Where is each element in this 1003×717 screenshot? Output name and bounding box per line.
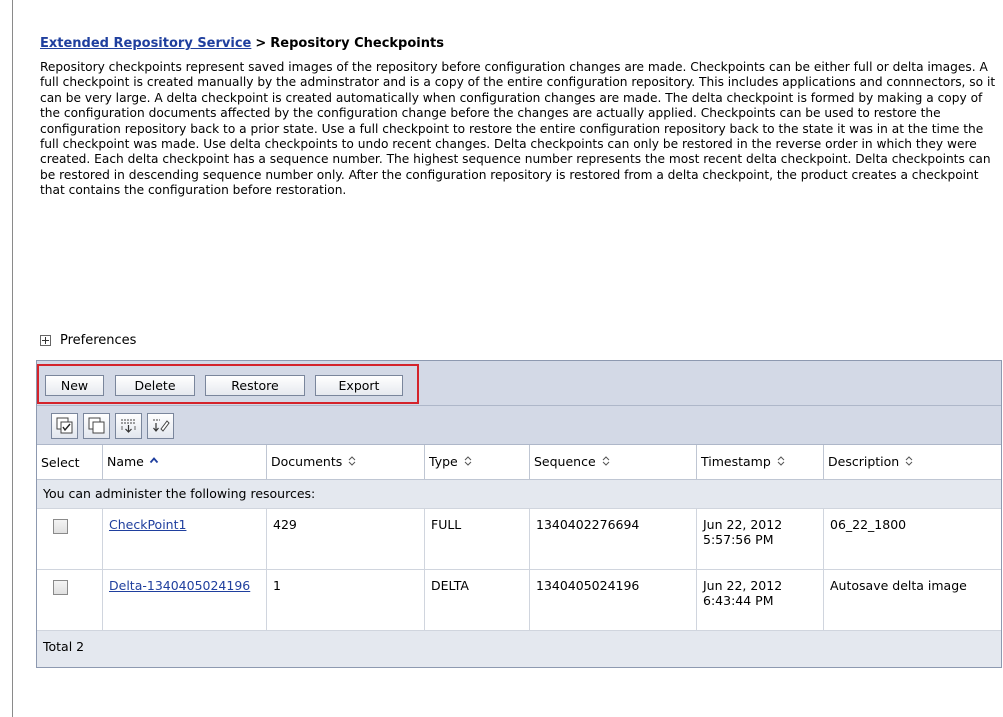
export-button[interactable]: Export — [315, 375, 403, 396]
column-header-name[interactable]: Name — [102, 445, 267, 480]
column-header-documents-label: Documents — [271, 454, 343, 469]
breadcrumb-separator: > — [255, 36, 267, 51]
column-header-timestamp-label: Timestamp — [701, 454, 771, 469]
column-header-sequence-label: Sequence — [534, 454, 596, 469]
deselect-all-icon[interactable] — [83, 413, 110, 439]
expand-plus-icon[interactable] — [40, 335, 51, 346]
select-cell — [37, 569, 103, 631]
action-buttons-highlight: New Delete Restore Export — [37, 364, 419, 404]
button-toolbar: New Delete Restore Export — [37, 361, 1001, 406]
type-cell: FULL — [424, 508, 530, 570]
sort-icon[interactable] — [347, 455, 357, 470]
row-checkbox[interactable] — [53, 580, 68, 595]
column-header-select: Select — [37, 445, 103, 480]
preferences-toggle[interactable]: Preferences — [40, 333, 136, 348]
checkpoint-name-link[interactable]: CheckPoint1 — [109, 517, 186, 532]
name-cell: CheckPoint1 — [102, 508, 267, 570]
column-header-description[interactable]: Description — [823, 445, 1001, 480]
section-label: You can administer the following resourc… — [37, 479, 1001, 509]
table-row: Delta-1340405024196 1 DELTA 134040502419… — [37, 569, 1001, 631]
column-header-type-label: Type — [429, 454, 458, 469]
total-row: Total 2 — [37, 630, 1001, 667]
row-checkbox[interactable] — [53, 519, 68, 534]
sort-icon[interactable] — [904, 455, 914, 470]
column-header-description-label: Description — [828, 454, 900, 469]
column-header-timestamp[interactable]: Timestamp — [696, 445, 824, 480]
column-header-documents[interactable]: Documents — [266, 445, 425, 480]
table-row: CheckPoint1 429 FULL 1340402276694 Jun 2… — [37, 508, 1001, 570]
sort-icon[interactable] — [463, 455, 473, 470]
section-row: You can administer the following resourc… — [37, 479, 1001, 509]
type-cell: DELTA — [424, 569, 530, 631]
checkpoint-name-link[interactable]: Delta-1340405024196 — [109, 578, 250, 593]
table-header-row: Select Name Documents Type Sequence Time… — [37, 445, 1001, 480]
sequence-cell: 1340405024196 — [529, 569, 697, 631]
select-cell — [37, 508, 103, 570]
documents-cell: 429 — [266, 508, 425, 570]
timestamp-cell: Jun 22, 2012 5:57:56 PM — [696, 508, 824, 570]
frame-border — [12, 0, 13, 717]
column-header-type[interactable]: Type — [424, 445, 530, 480]
description-cell: Autosave delta image — [823, 569, 1001, 631]
sort-ascending-icon[interactable] — [149, 455, 159, 470]
checkpoints-table: Select Name Documents Type Sequence Time… — [37, 445, 1001, 667]
breadcrumb-link-extended-repository-service[interactable]: Extended Repository Service — [40, 36, 251, 51]
restore-button[interactable]: Restore — [205, 375, 305, 396]
documents-cell: 1 — [266, 569, 425, 631]
timestamp-cell: Jun 22, 2012 6:43:44 PM — [696, 569, 824, 631]
description-cell: 06_22_1800 — [823, 508, 1001, 570]
name-cell: Delta-1340405024196 — [102, 569, 267, 631]
page-description: Repository checkpoints represent saved i… — [40, 60, 996, 198]
column-header-name-label: Name — [107, 454, 144, 469]
show-filter-icon[interactable] — [115, 413, 142, 439]
preferences-label: Preferences — [60, 333, 137, 348]
sequence-cell: 1340402276694 — [529, 508, 697, 570]
page-title: Repository Checkpoints — [270, 36, 444, 51]
sort-icon[interactable] — [601, 455, 611, 470]
select-all-icon[interactable] — [51, 413, 78, 439]
clear-filter-icon[interactable] — [147, 413, 174, 439]
icon-toolbar — [37, 406, 1001, 445]
sort-icon[interactable] — [776, 455, 786, 470]
column-header-sequence[interactable]: Sequence — [529, 445, 697, 480]
new-button[interactable]: New — [45, 375, 104, 396]
total-count: Total 2 — [37, 630, 1001, 667]
breadcrumb: Extended Repository Service > Repository C… — [40, 36, 444, 51]
delete-button[interactable]: Delete — [115, 375, 195, 396]
checkpoints-collection-panel: New Delete Restore Export Select Name Do… — [36, 360, 1002, 668]
